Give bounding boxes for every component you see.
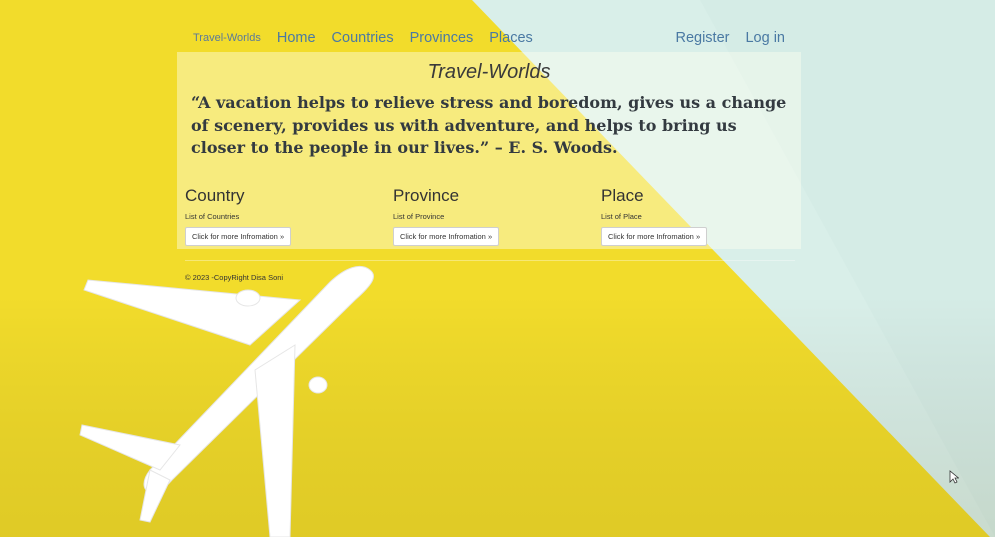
navbar: Travel-Worlds Home Countries Provinces P…	[177, 20, 801, 56]
nav-right: Register Log in	[659, 20, 785, 56]
nav-home-link[interactable]: Home	[277, 30, 316, 46]
province-heading: Province	[393, 186, 460, 205]
site-title: Travel-Worlds	[427, 61, 551, 83]
footer-copyright: © 2023 -CopyRight Disa Soni	[185, 273, 284, 282]
nav-provinces-link[interactable]: Provinces	[410, 30, 474, 46]
province-info-button[interactable]: Click for more Infromation »	[393, 227, 500, 246]
register-link[interactable]: Register	[675, 30, 729, 46]
login-link[interactable]: Log in	[745, 30, 785, 46]
place-heading: Place	[601, 186, 644, 205]
place-subtitle: List of Place	[601, 212, 642, 221]
country-info-button[interactable]: Click for more Infromation »	[185, 227, 292, 246]
nav-left: Travel-Worlds Home Countries Provinces P…	[193, 20, 549, 56]
jumbotron: Travel-Worlds “A vacation helps to relie…	[177, 52, 801, 249]
quote-text: “A vacation helps to relieve stress and …	[191, 93, 787, 157]
mouse-cursor-icon	[949, 470, 959, 484]
country-section: Country List of Countries Click for more…	[185, 186, 385, 246]
country-heading: Country	[185, 186, 245, 205]
nav-countries-link[interactable]: Countries	[332, 30, 394, 46]
nav-places-link[interactable]: Places	[489, 30, 533, 46]
country-subtitle: List of Countries	[185, 212, 240, 221]
brand-link[interactable]: Travel-Worlds	[193, 32, 261, 44]
province-subtitle: List of Province	[393, 212, 445, 221]
place-info-button[interactable]: Click for more Infromation »	[601, 227, 708, 246]
footer-divider	[185, 260, 795, 261]
province-section: Province List of Province Click for more…	[393, 186, 593, 246]
place-section: Place List of Place Click for more Infro…	[601, 186, 801, 246]
